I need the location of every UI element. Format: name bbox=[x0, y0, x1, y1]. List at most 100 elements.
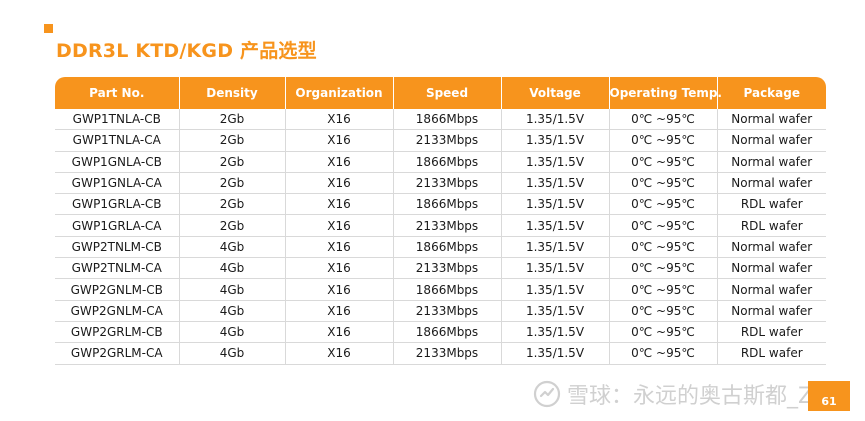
cell-operating-temp: 0℃ ~95℃ bbox=[608, 109, 717, 131]
cell-voltage: 1.35/1.5V bbox=[500, 151, 609, 173]
cell-part-no: GWP1TNLA-CB bbox=[55, 109, 179, 131]
cell-density: 4Gb bbox=[178, 257, 285, 280]
cell-organization: X16 bbox=[284, 257, 393, 280]
cell-speed: 1866Mbps bbox=[392, 193, 501, 216]
cell-package: Normal wafer bbox=[716, 129, 826, 152]
cell-package: RDL wafer bbox=[716, 193, 826, 216]
table-row: GWP1GRLA-CA 2Gb X16 2133Mbps 1.35/1.5V 0℃ ~95… bbox=[55, 214, 826, 237]
watermark: 雪球：永远的奥古斯都_Z bbox=[533, 378, 813, 410]
title-accent-square bbox=[44, 24, 53, 33]
cell-speed: 2133Mbps bbox=[392, 342, 501, 365]
cell-operating-temp: 0℃ ~95℃ bbox=[608, 151, 717, 173]
cell-operating-temp: 0℃ ~95℃ bbox=[608, 172, 717, 195]
table-header-row: Part No. Density Organization Speed Volt… bbox=[55, 77, 826, 109]
table-row: GWP2GNLM-CB 4Gb X16 1866Mbps 1.35/1.5V 0℃ ~95… bbox=[55, 278, 826, 301]
cell-package: Normal wafer bbox=[716, 172, 826, 195]
cell-organization: X16 bbox=[284, 193, 393, 216]
table-row: GWP1GNLA-CB 2Gb X16 1866Mbps 1.35/1.5V 0℃ ~95… bbox=[55, 151, 826, 173]
cell-density: 4Gb bbox=[178, 300, 285, 322]
cell-voltage: 1.35/1.5V bbox=[500, 342, 609, 365]
cell-voltage: 1.35/1.5V bbox=[500, 193, 609, 216]
table-row: GWP2TNLM-CB 4Gb X16 1866Mbps 1.35/1.5V 0℃ ~95… bbox=[55, 236, 826, 259]
cell-organization: X16 bbox=[284, 214, 393, 237]
cell-part-no: GWP1GRLA-CA bbox=[55, 214, 179, 237]
table-row: GWP1TNLA-CB 2Gb X16 1866Mbps 1.35/1.5V 0℃ ~95… bbox=[55, 109, 826, 131]
cell-operating-temp: 0℃ ~95℃ bbox=[608, 300, 717, 322]
header-speed: Speed bbox=[392, 77, 501, 109]
cell-organization: X16 bbox=[284, 109, 393, 131]
cell-voltage: 1.35/1.5V bbox=[500, 109, 609, 131]
cell-operating-temp: 0℃ ~95℃ bbox=[608, 214, 717, 237]
cell-speed: 1866Mbps bbox=[392, 109, 501, 131]
cell-density: 2Gb bbox=[178, 214, 285, 237]
cell-density: 2Gb bbox=[178, 193, 285, 216]
header-part-no: Part No. bbox=[55, 77, 179, 109]
header-organization: Organization bbox=[284, 77, 393, 109]
table-body: GWP1TNLA-CB 2Gb X16 1866Mbps 1.35/1.5V 0℃ ~95… bbox=[55, 109, 826, 365]
table-row: GWP1TNLA-CA 2Gb X16 2133Mbps 1.35/1.5V 0℃ ~95… bbox=[55, 129, 826, 152]
cell-operating-temp: 0℃ ~95℃ bbox=[608, 321, 717, 344]
cell-package: Normal wafer bbox=[716, 109, 826, 131]
cell-package: RDL wafer bbox=[716, 321, 826, 344]
cell-operating-temp: 0℃ ~95℃ bbox=[608, 193, 717, 216]
cell-part-no: GWP2GNLM-CA bbox=[55, 300, 179, 322]
page-title: DDR3L KTD/KGD 产品选型 bbox=[56, 40, 317, 62]
product-selection-table: Part No. Density Organization Speed Volt… bbox=[55, 77, 826, 365]
cell-organization: X16 bbox=[284, 172, 393, 195]
cell-voltage: 1.35/1.5V bbox=[500, 214, 609, 237]
page-number-badge: 61 bbox=[808, 381, 850, 411]
cell-operating-temp: 0℃ ~95℃ bbox=[608, 236, 717, 259]
snowball-logo-icon bbox=[533, 380, 561, 408]
cell-speed: 2133Mbps bbox=[392, 257, 501, 280]
header-density: Density bbox=[178, 77, 285, 109]
cell-organization: X16 bbox=[284, 321, 393, 344]
table-row: GWP1GRLA-CB 2Gb X16 1866Mbps 1.35/1.5V 0℃ ~95… bbox=[55, 193, 826, 216]
cell-density: 4Gb bbox=[178, 342, 285, 365]
cell-density: 2Gb bbox=[178, 129, 285, 152]
cell-voltage: 1.35/1.5V bbox=[500, 257, 609, 280]
cell-speed: 2133Mbps bbox=[392, 214, 501, 237]
cell-organization: X16 bbox=[284, 342, 393, 365]
cell-density: 4Gb bbox=[178, 278, 285, 301]
cell-part-no: GWP2GNLM-CB bbox=[55, 278, 179, 301]
cell-organization: X16 bbox=[284, 236, 393, 259]
cell-operating-temp: 0℃ ~95℃ bbox=[608, 278, 717, 301]
cell-part-no: GWP2TNLM-CB bbox=[55, 236, 179, 259]
cell-density: 4Gb bbox=[178, 321, 285, 344]
cell-part-no: GWP1TNLA-CA bbox=[55, 129, 179, 152]
cell-operating-temp: 0℃ ~95℃ bbox=[608, 129, 717, 152]
cell-operating-temp: 0℃ ~95℃ bbox=[608, 257, 717, 280]
cell-part-no: GWP1GRLA-CB bbox=[55, 193, 179, 216]
table-row: GWP2GNLM-CA 4Gb X16 2133Mbps 1.35/1.5V 0℃ ~95… bbox=[55, 300, 826, 322]
cell-organization: X16 bbox=[284, 300, 393, 322]
cell-speed: 1866Mbps bbox=[392, 151, 501, 173]
cell-density: 2Gb bbox=[178, 172, 285, 195]
cell-speed: 1866Mbps bbox=[392, 321, 501, 344]
cell-organization: X16 bbox=[284, 278, 393, 301]
page-number: 61 bbox=[821, 395, 837, 408]
cell-voltage: 1.35/1.5V bbox=[500, 321, 609, 344]
cell-part-no: GWP2GRLM-CA bbox=[55, 342, 179, 365]
cell-package: Normal wafer bbox=[716, 236, 826, 259]
cell-voltage: 1.35/1.5V bbox=[500, 172, 609, 195]
table-row: GWP2TNLM-CA 4Gb X16 2133Mbps 1.35/1.5V 0℃ ~95… bbox=[55, 257, 826, 280]
cell-operating-temp: 0℃ ~95℃ bbox=[608, 342, 717, 365]
cell-part-no: GWP2GRLM-CB bbox=[55, 321, 179, 344]
cell-speed: 1866Mbps bbox=[392, 236, 501, 259]
cell-part-no: GWP1GNLA-CA bbox=[55, 172, 179, 195]
cell-package: Normal wafer bbox=[716, 151, 826, 173]
cell-speed: 2133Mbps bbox=[392, 129, 501, 152]
cell-package: RDL wafer bbox=[716, 214, 826, 237]
cell-package: Normal wafer bbox=[716, 257, 826, 280]
cell-speed: 2133Mbps bbox=[392, 172, 501, 195]
table-row: GWP2GRLM-CA 4Gb X16 2133Mbps 1.35/1.5V 0℃ ~95… bbox=[55, 342, 826, 365]
header-voltage: Voltage bbox=[500, 77, 609, 109]
cell-density: 2Gb bbox=[178, 109, 285, 131]
table-row: GWP2GRLM-CB 4Gb X16 1866Mbps 1.35/1.5V 0℃ ~95… bbox=[55, 321, 826, 344]
cell-voltage: 1.35/1.5V bbox=[500, 236, 609, 259]
table-row: GWP1GNLA-CA 2Gb X16 2133Mbps 1.35/1.5V 0℃ ~95… bbox=[55, 172, 826, 195]
cell-density: 2Gb bbox=[178, 151, 285, 173]
cell-speed: 2133Mbps bbox=[392, 300, 501, 322]
cell-voltage: 1.35/1.5V bbox=[500, 278, 609, 301]
cell-speed: 1866Mbps bbox=[392, 278, 501, 301]
